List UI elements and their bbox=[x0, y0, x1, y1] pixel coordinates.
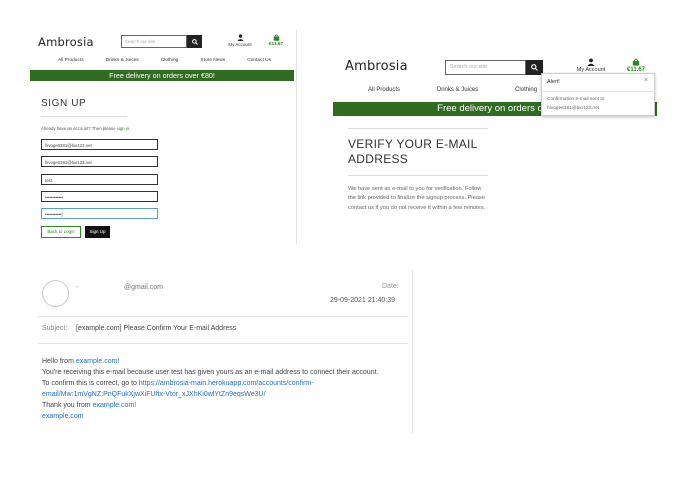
nav-item-drinks-juices[interactable]: Drinks & Juices bbox=[106, 58, 139, 63]
confirmation-email-screenshot: - @gmail.com Date: 29-09-2021 21:40:39 S… bbox=[30, 270, 414, 435]
title-divider-bottom bbox=[348, 175, 488, 176]
signup-page-screenshot: Ambrosia Search our site My Account €11.… bbox=[30, 28, 294, 242]
header-divider bbox=[38, 316, 408, 317]
subject-label: Subject: bbox=[42, 325, 68, 332]
site-logo[interactable]: Ambrosia bbox=[345, 59, 408, 74]
thanks-text: Thank you from bbox=[42, 402, 93, 409]
main-nav: All Products Drinks & Juices Clothing St… bbox=[58, 58, 271, 63]
subject-value: [example.com] Please Confirm Your E-mail… bbox=[76, 325, 237, 332]
signin-note: Already have an account? Then please sig… bbox=[41, 126, 130, 131]
nav-item-drinks-juices[interactable]: Drinks & Juices bbox=[437, 87, 478, 93]
search-button[interactable] bbox=[187, 35, 202, 48]
username-field[interactable]: test bbox=[41, 174, 158, 185]
user-icon bbox=[587, 58, 595, 66]
search-input[interactable]: Search our site bbox=[445, 60, 526, 75]
email-field[interactable]: hivoge6381@bio123.net bbox=[41, 139, 158, 150]
my-account-link[interactable]: My Account bbox=[226, 34, 254, 47]
sign-up-button[interactable]: Sign Up bbox=[85, 226, 110, 238]
signin-note-text: Already have an account? Then please bbox=[41, 126, 117, 131]
shopping-bag-link[interactable]: €11.67 bbox=[622, 58, 650, 73]
delivery-banner: Free delivery on orders over €80! bbox=[30, 70, 294, 81]
greeting-line: Hello from example.com! bbox=[42, 356, 410, 367]
page-title: SIGN UP bbox=[41, 98, 87, 109]
password-field[interactable]: •••••••••••• bbox=[41, 191, 158, 202]
my-account-label: My Account bbox=[228, 42, 252, 47]
back-to-login-button[interactable]: Back to Login bbox=[41, 226, 81, 238]
email-panel-border bbox=[412, 270, 413, 433]
signin-link[interactable]: sign in. bbox=[117, 126, 131, 131]
verification-message: We have sent an e-mail to you for verifi… bbox=[348, 186, 486, 211]
sender-name: - bbox=[76, 284, 79, 291]
email-confirm-field[interactable]: hivoge6381@bio123.net bbox=[41, 156, 158, 167]
nav-item-all-products[interactable]: All Products bbox=[368, 87, 400, 93]
alert-message: Confirmation e-mail sent to hivoge6381@b… bbox=[547, 97, 605, 111]
sender-address: @gmail.com bbox=[124, 284, 164, 291]
alert-toast: Alert! × Confirmation e-mail sent to hiv… bbox=[541, 73, 656, 116]
nav-item-all-products[interactable]: All Products bbox=[58, 58, 84, 63]
nav-item-clothing[interactable]: Clothing bbox=[161, 58, 179, 63]
nav-item-store-news[interactable]: Store News bbox=[200, 58, 225, 63]
alert-divider bbox=[542, 91, 656, 92]
email-body: Hello from example.com! You're receiving… bbox=[42, 356, 410, 422]
alert-title: Alert! bbox=[547, 79, 560, 85]
my-account-link[interactable]: My Account bbox=[570, 58, 612, 73]
title-divider-top bbox=[348, 128, 488, 129]
search-input[interactable]: Search our site bbox=[121, 35, 187, 48]
verify-email-page-screenshot: Ambrosia Search our site My Account €11.… bbox=[333, 50, 657, 245]
thanks-line: Thank you from example.com! bbox=[42, 400, 410, 411]
password-confirm-field[interactable]: •••••••••••| bbox=[41, 208, 158, 219]
user-icon bbox=[236, 34, 244, 41]
avatar bbox=[42, 280, 69, 307]
search-icon bbox=[191, 38, 198, 45]
close-icon[interactable]: × bbox=[644, 77, 648, 84]
date-value: 29-09-2021 21:40:39 bbox=[330, 297, 395, 304]
site-link[interactable]: example.com! bbox=[76, 358, 120, 365]
panel-divider bbox=[296, 30, 297, 244]
thanks-site-link[interactable]: example.com! bbox=[93, 402, 137, 409]
confirm-text: To confirm this is correct, go to bbox=[42, 380, 139, 387]
confirm-line: To confirm this is correct, go to https:… bbox=[42, 378, 410, 400]
shopping-bag-link[interactable]: €11.67 bbox=[264, 34, 288, 47]
page-title: VERIFY YOUR E-MAIL ADDRESS bbox=[348, 137, 478, 166]
subject-divider bbox=[38, 343, 408, 344]
shopping-bag-icon bbox=[273, 34, 279, 41]
footer-site-link[interactable]: example.com bbox=[42, 411, 410, 422]
nav-item-contact-us[interactable]: Contact Us bbox=[247, 58, 271, 63]
greeting-text: Hello from bbox=[42, 358, 76, 365]
bag-total: €11.67 bbox=[268, 42, 284, 47]
site-logo[interactable]: Ambrosia bbox=[38, 35, 94, 49]
title-divider bbox=[41, 116, 127, 117]
search-icon bbox=[531, 64, 538, 71]
date-label: Date: bbox=[382, 283, 399, 290]
shopping-bag-icon bbox=[632, 58, 640, 66]
nav-item-clothing[interactable]: Clothing bbox=[515, 87, 537, 93]
reason-line: You're receiving this e-mail because use… bbox=[42, 369, 379, 376]
